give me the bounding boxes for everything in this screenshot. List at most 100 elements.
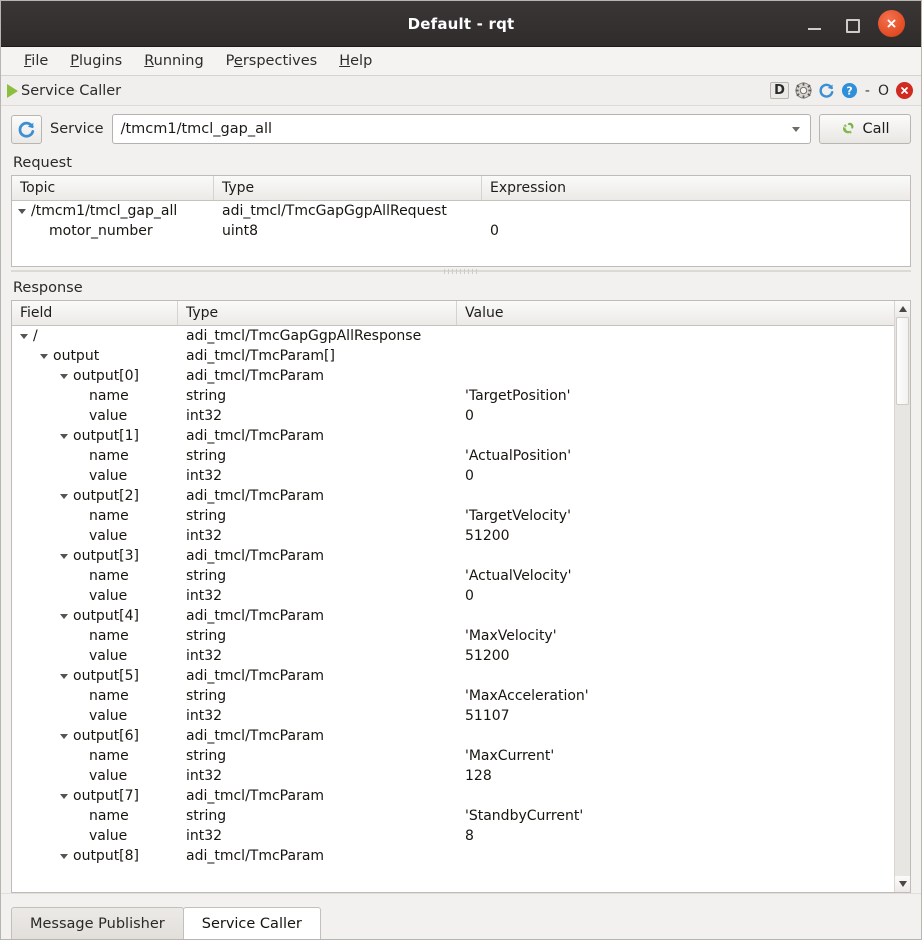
row-type-cell: int32 (178, 526, 457, 546)
expander-open-icon[interactable] (60, 554, 68, 559)
table-row[interactable]: output[5]adi_tmcl/TmcParam (12, 666, 894, 686)
table-row[interactable]: namestring'MaxCurrent' (12, 746, 894, 766)
scroll-up-button[interactable] (895, 301, 910, 317)
reload-icon[interactable] (818, 82, 835, 99)
table-row[interactable]: namestring'MaxVelocity' (12, 626, 894, 646)
row-field-cell: name (12, 506, 178, 526)
expander-open-icon[interactable] (60, 794, 68, 799)
chevron-down-icon[interactable] (792, 127, 800, 132)
request-col-type[interactable]: Type (214, 176, 482, 200)
table-row[interactable]: output[3]adi_tmcl/TmcParam (12, 546, 894, 566)
row-type-cell: int32 (178, 826, 457, 846)
expander-open-icon[interactable] (60, 734, 68, 739)
table-row[interactable]: output[6] adi_tmcl/TmcParam (12, 726, 894, 746)
request-col-topic[interactable]: Topic (12, 176, 214, 200)
expander-open-icon[interactable] (20, 334, 28, 339)
row-type-cell: int32 (178, 646, 457, 666)
minimize-icon[interactable] (806, 15, 824, 33)
row-type-cell: int32 (178, 766, 457, 786)
table-row[interactable]: namestring'StandbyCurrent' (12, 806, 894, 826)
table-row[interactable]: output[0]adi_tmcl/TmcParam (12, 366, 894, 386)
row-field-cell: output[7] (12, 786, 178, 806)
expander-open-icon[interactable] (60, 674, 68, 679)
request-section-label: Request (11, 150, 911, 175)
row-field-cell: value (12, 826, 178, 846)
row-field-cell: value (12, 586, 178, 606)
table-row[interactable]: valueint32128 (12, 766, 894, 786)
tab-service-caller[interactable]: Service Caller (183, 907, 321, 939)
row-value-cell: 51107 (457, 706, 894, 726)
table-row[interactable]: output[7]adi_tmcl/TmcParam (12, 786, 894, 806)
row-type-cell: adi_tmcl/TmcParam (178, 366, 457, 386)
response-table-body[interactable]: /adi_tmcl/TmcGapGgpAllResponseoutputadi_… (12, 326, 894, 892)
expander-open-icon[interactable] (60, 434, 68, 439)
menu-file[interactable]: File (15, 50, 57, 72)
table-row[interactable]: motor_numberuint80 (12, 221, 910, 241)
scrollbar-thumb[interactable] (896, 317, 909, 405)
table-row[interactable]: namestring'ActualPosition' (12, 446, 894, 466)
row-field-label: value (89, 588, 127, 604)
menu-plugins-label: lugins (79, 53, 122, 69)
call-button[interactable]: Call (819, 114, 911, 144)
expander-open-icon[interactable] (18, 209, 26, 214)
splitter-handle[interactable] (11, 267, 911, 275)
row-type-cell: adi_tmcl/TmcParam (178, 726, 457, 746)
expander-open-icon[interactable] (60, 374, 68, 379)
row-field-label: /tmcm1/tmcl_gap_all (31, 203, 177, 219)
plugin-tabbar: Message Publisher Service Caller (1, 893, 921, 939)
response-col-type[interactable]: Type (178, 301, 457, 325)
row-field-cell: name (12, 446, 178, 466)
dock-close-icon[interactable] (896, 82, 913, 99)
row-value-cell (457, 546, 894, 566)
expander-open-icon[interactable] (40, 354, 48, 359)
table-row[interactable]: namestring'TargetPosition' (12, 386, 894, 406)
refresh-button[interactable] (11, 115, 42, 144)
table-row[interactable]: namestring'MaxAcceleration' (12, 686, 894, 706)
table-row[interactable]: valueint3251200 (12, 646, 894, 666)
request-table-body[interactable]: /tmcm1/tmcl_gap_alladi_tmcl/TmcGapGgpAll… (12, 201, 910, 266)
response-col-value[interactable]: Value (457, 301, 894, 325)
scrollbar-track[interactable] (895, 317, 910, 876)
table-row[interactable]: valueint320 (12, 406, 894, 426)
row-value-cell (457, 666, 894, 686)
dock-button[interactable]: D (770, 82, 789, 99)
table-row[interactable]: valueint328 (12, 826, 894, 846)
table-row[interactable]: valueint3251107 (12, 706, 894, 726)
row-field-label: output[6] (73, 728, 139, 744)
tab-message-publisher[interactable]: Message Publisher (11, 907, 184, 939)
table-row[interactable]: namestring'TargetVelocity' (12, 506, 894, 526)
menu-running[interactable]: Running (135, 50, 212, 72)
dock-float-button[interactable]: O (877, 83, 890, 99)
table-row[interactable]: /tmcm1/tmcl_gap_alladi_tmcl/TmcGapGgpAll… (12, 201, 910, 221)
maximize-icon[interactable] (842, 15, 860, 33)
menu-perspectives[interactable]: Perspectives (217, 50, 327, 72)
table-row[interactable]: output[4]adi_tmcl/TmcParam (12, 606, 894, 626)
table-row[interactable]: output[8]adi_tmcl/TmcParam (12, 846, 894, 866)
table-row[interactable]: output[2]adi_tmcl/TmcParam (12, 486, 894, 506)
response-scrollbar[interactable] (894, 301, 910, 892)
expander-open-icon[interactable] (60, 854, 68, 859)
close-icon[interactable] (878, 10, 905, 37)
table-row[interactable]: outputadi_tmcl/TmcParam[] (12, 346, 894, 366)
response-col-field[interactable]: Field (12, 301, 178, 325)
help-icon[interactable]: ? (841, 82, 858, 99)
response-table-header: Field Type Value (12, 301, 894, 326)
scroll-down-button[interactable] (895, 876, 910, 892)
menubar: File Plugins Running Perspectives Help (1, 47, 921, 76)
expander-open-icon[interactable] (60, 614, 68, 619)
menu-plugins[interactable]: Plugins (61, 50, 131, 72)
menu-help[interactable]: Help (330, 50, 381, 72)
table-row[interactable]: namestring'ActualVelocity' (12, 566, 894, 586)
table-row[interactable]: valueint3251200 (12, 526, 894, 546)
request-col-expression[interactable]: Expression (482, 176, 910, 200)
table-row[interactable]: /adi_tmcl/TmcGapGgpAllResponse (12, 326, 894, 346)
row-field-label: output[1] (73, 428, 139, 444)
table-row[interactable]: output[1]adi_tmcl/TmcParam (12, 426, 894, 446)
expander-open-icon[interactable] (60, 494, 68, 499)
service-combobox[interactable]: /tmcm1/tmcl_gap_all (112, 114, 811, 144)
row-value-cell (457, 606, 894, 626)
dock-minimize-button[interactable]: - (864, 83, 871, 99)
table-row[interactable]: valueint320 (12, 466, 894, 486)
table-row[interactable]: valueint320 (12, 586, 894, 606)
gear-icon[interactable] (795, 82, 812, 99)
